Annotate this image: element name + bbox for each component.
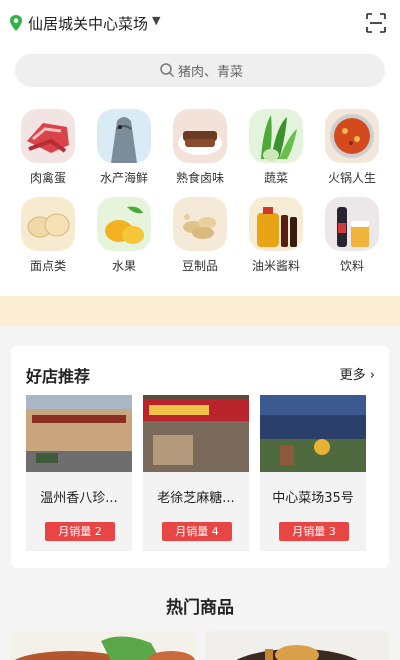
- category-oil-rice[interactable]: 油米酱料: [240, 197, 312, 274]
- mango-icon: [97, 197, 151, 251]
- header-bar: 仙居城关中心菜场 ▼: [0, 0, 400, 46]
- category-seafood[interactable]: 水产海鲜: [88, 109, 160, 186]
- fish-icon: [97, 109, 151, 163]
- shop-card[interactable]: 老徐芝麻糖... 月销量 4: [143, 395, 249, 551]
- search-placeholder: 猪肉、青菜: [178, 65, 244, 80]
- monthly-sales-badge: 月销量 2: [45, 522, 115, 541]
- category-hotpot[interactable]: 火锅人生: [316, 109, 388, 186]
- shop-photo: [26, 395, 132, 472]
- shop-photo: [143, 395, 249, 472]
- caret-down-icon[interactable]: ▼: [152, 14, 160, 27]
- recommend-title: 好店推荐: [26, 367, 91, 386]
- monthly-sales-badge: 月销量 4: [162, 522, 232, 541]
- shop-photo: [260, 395, 366, 472]
- location-label[interactable]: 仙居城关中心菜场: [28, 13, 148, 34]
- shop-card[interactable]: 中心菜场35号 月销量 3: [260, 395, 366, 551]
- category-label: 豆制品: [181, 259, 218, 273]
- location-pin-icon[interactable]: [8, 14, 24, 32]
- category-label: 油米酱料: [251, 259, 300, 273]
- braised-meat-icon: [173, 109, 227, 163]
- hot-products-title: 热门商品: [166, 598, 234, 618]
- product-image[interactable]: [205, 631, 389, 660]
- soybean-icon: [173, 197, 227, 251]
- shop-name: 老徐芝麻糖...: [157, 491, 235, 506]
- category-label: 蔬菜: [263, 171, 288, 185]
- search-bar[interactable]: 猪肉、青菜: [15, 54, 385, 87]
- category-drinks[interactable]: 饮料: [316, 197, 388, 274]
- meat-icon: [21, 109, 75, 163]
- monthly-sales-badge: 月销量 3: [279, 522, 349, 541]
- oil-bottle-icon: [249, 197, 303, 251]
- category-label: 肉禽蛋: [29, 171, 66, 185]
- category-vegetable[interactable]: 蔬菜: [240, 109, 312, 186]
- beer-icon: [325, 197, 379, 251]
- promo-banner[interactable]: [0, 296, 400, 326]
- category-deli[interactable]: 熟食卤味: [164, 109, 236, 186]
- vegetable-icon: [249, 109, 303, 163]
- category-label: 熟食卤味: [175, 171, 224, 185]
- category-label: 水果: [111, 259, 136, 273]
- product-image[interactable]: [11, 631, 195, 660]
- chevron-right-icon: ›: [369, 368, 375, 383]
- scan-icon[interactable]: [366, 13, 386, 33]
- shop-card[interactable]: 温州香八珍... 月销量 2: [26, 395, 132, 551]
- shop-name: 中心菜场35号: [272, 491, 354, 506]
- category-soy[interactable]: 豆制品: [164, 197, 236, 274]
- category-label: 水产海鲜: [99, 171, 148, 185]
- hotpot-icon: [325, 109, 379, 163]
- bread-icon: [21, 197, 75, 251]
- more-link[interactable]: 更多 ›: [340, 364, 375, 383]
- category-label: 面点类: [29, 259, 66, 273]
- shop-name: 温州香八珍...: [40, 491, 118, 506]
- category-fruit[interactable]: 水果: [88, 197, 160, 274]
- category-meat[interactable]: 肉禽蛋: [12, 109, 84, 186]
- category-label: 饮料: [339, 259, 364, 273]
- category-label: 火锅人生: [327, 171, 376, 185]
- category-pastry[interactable]: 面点类: [12, 197, 84, 274]
- search-icon: [160, 63, 175, 78]
- recommend-shops-card: 好店推荐 更多 › 温州香八珍... 月销量 2 老徐芝麻糖... 月销量 4: [11, 346, 389, 568]
- more-label: 更多: [339, 368, 366, 383]
